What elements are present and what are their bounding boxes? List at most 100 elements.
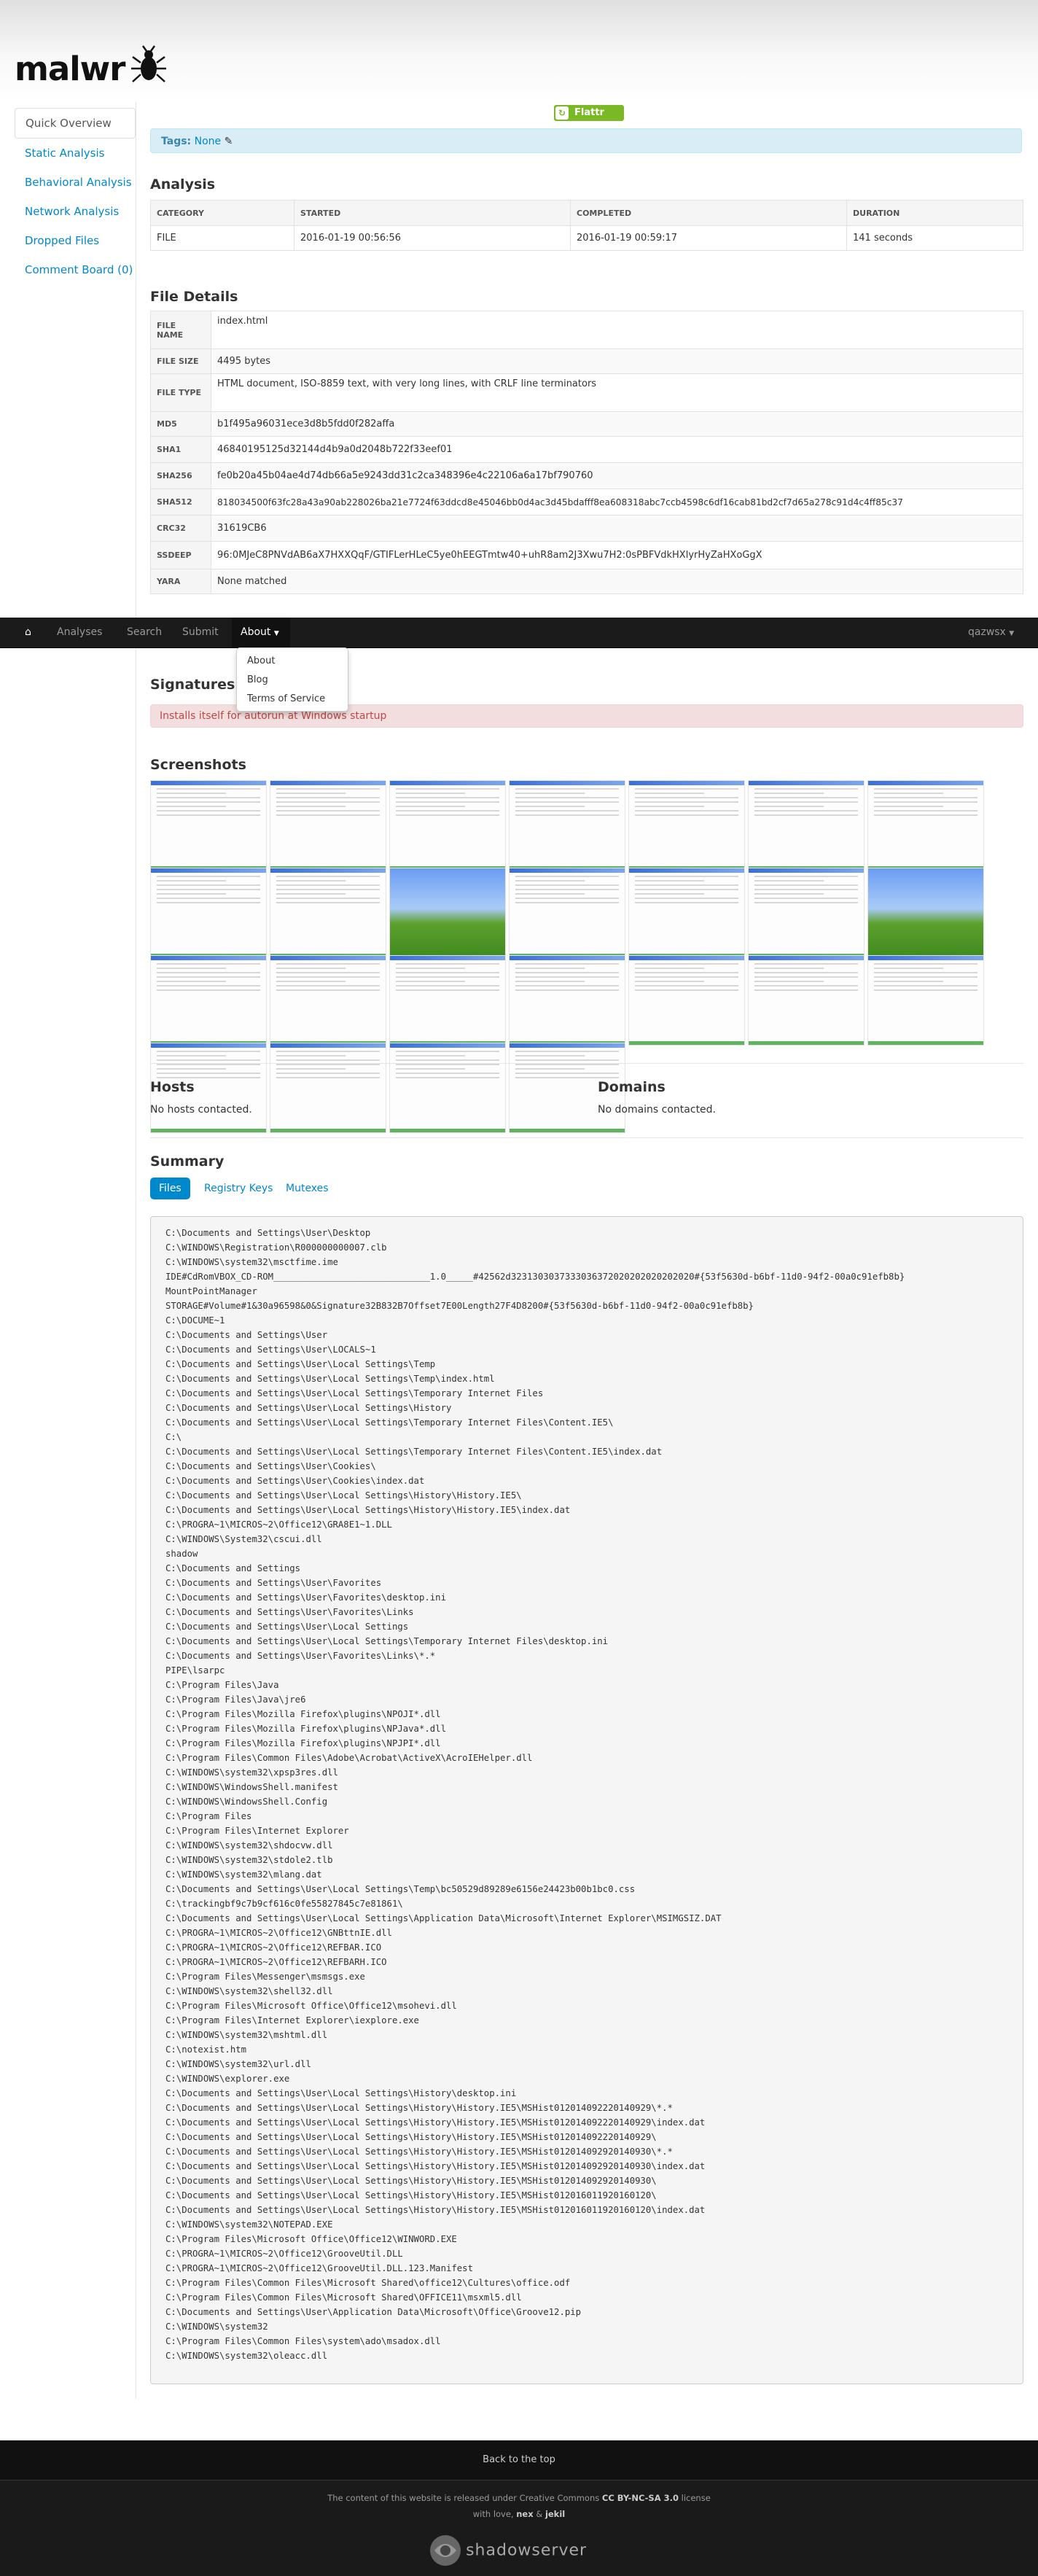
file-path: C:\WINDOWS\system32\mlang.dat: [165, 1869, 322, 1880]
file-path: C:\WINDOWS\WindowsShell.Config: [165, 1797, 328, 1807]
file-path: C:\Program Files\Internet Explorer\iexpl…: [165, 2015, 419, 2026]
file-path: C:\Documents and Settings\User\Local Set…: [165, 1490, 522, 1501]
user-name: qazwsx: [968, 626, 1006, 638]
screenshot-thumbnail[interactable]: [867, 955, 984, 1046]
menu-item-terms[interactable]: Terms of Service: [247, 693, 325, 704]
detail-key: YARA: [150, 569, 211, 594]
user-menu[interactable]: qazwsx ▼: [968, 618, 1014, 647]
tab-files[interactable]: Files: [150, 1178, 190, 1199]
screenshot-thumbnail[interactable]: [389, 1043, 506, 1133]
col-started: STARTED: [294, 200, 571, 226]
sidebar-item-quick-overview[interactable]: Quick Overview: [15, 108, 136, 139]
nav-analyses[interactable]: Analyses: [57, 618, 102, 647]
file-path: C:\PROGRA~1\MICROS~2\Office12\REFBAR.ICO: [165, 1942, 382, 1953]
shadowserver-logo[interactable]: shadowserver: [429, 2534, 587, 2569]
file-path: C:\WINDOWS\System32\cscui.dll: [165, 1534, 322, 1544]
nav-search[interactable]: Search: [127, 618, 162, 647]
file-path: C:\Documents and Settings\User\Favorites…: [165, 1592, 446, 1603]
menu-item-about[interactable]: About: [247, 655, 275, 666]
license-link[interactable]: CC BY-NC-SA 3.0: [602, 2493, 679, 2503]
summary-title: Summary: [150, 1153, 225, 1170]
file-path: C:\Documents and Settings\User\Local Set…: [165, 2147, 673, 2157]
file-path: C:\WINDOWS\system32\url.dll: [165, 2059, 311, 2069]
sidebar-item-network-analysis[interactable]: Network Analysis: [15, 197, 136, 226]
screenshot-thumbnail[interactable]: [509, 780, 625, 871]
screenshot-thumbnail[interactable]: [628, 955, 745, 1046]
file-path: C:\Program Files\Java: [165, 1680, 279, 1690]
back-to-top-link[interactable]: Back to the top: [0, 2440, 1038, 2480]
shadowserver-text: shadowserver: [466, 2541, 588, 2560]
file-path: C:\PROGRA~1\MICROS~2\Office12\GrooveUtil…: [165, 2263, 473, 2273]
screenshot-thumbnail[interactable]: [389, 780, 506, 871]
menu-item-blog[interactable]: Blog: [247, 674, 268, 685]
screenshot-thumbnail[interactable]: [628, 868, 745, 958]
tab-mutexes[interactable]: Mutexes: [277, 1178, 337, 1199]
home-icon[interactable]: ⌂: [25, 618, 31, 647]
file-path: C:\WINDOWS\system32\oleacc.dll: [165, 2351, 328, 2361]
sidebar-item-static-analysis[interactable]: Static Analysis: [15, 139, 136, 168]
screenshot-thumbnail[interactable]: [270, 1043, 386, 1133]
file-path: C:\Documents and Settings\User\Local Set…: [165, 1447, 663, 1457]
file-path: C:\WINDOWS\system32\mshtml.dll: [165, 2030, 328, 2040]
screenshot-thumbnail[interactable]: [748, 780, 865, 871]
screenshot-thumbnail[interactable]: [270, 955, 386, 1046]
file-path: C:\WINDOWS\system32\xpsp3res.dll: [165, 1767, 338, 1778]
sidebar-nav: Quick Overview Static Analysis Behaviora…: [15, 108, 136, 284]
file-path: C:\Documents and Settings\User\Cookies\: [165, 1461, 376, 1471]
hosts-text: No hosts contacted.: [150, 1104, 252, 1116]
screenshot-thumbnail[interactable]: [867, 868, 984, 958]
files-list: C:\Documents and Settings\User\Desktop C:…: [150, 1216, 1023, 2384]
sidebar-item-comment-board[interactable]: Comment Board (0): [15, 255, 136, 284]
screenshot-thumbnail[interactable]: [150, 955, 267, 1046]
screenshot-thumbnail[interactable]: [270, 868, 386, 958]
sidebar-item-behavioral-analysis[interactable]: Behavioral Analysis: [15, 168, 136, 197]
screenshot-thumbnail[interactable]: [270, 780, 386, 871]
file-path: C:\PROGRA~1\MICROS~2\Office12\REFBARH.IC…: [165, 1957, 387, 1967]
nav-submit[interactable]: Submit: [182, 618, 219, 647]
file-path: C:\Documents and Settings\User\Favorites: [165, 1578, 382, 1588]
file-path: C:\Documents and Settings\User\LOCALS~1: [165, 1345, 376, 1355]
divider: [150, 1137, 1023, 1138]
screenshot-thumbnail[interactable]: [628, 780, 745, 871]
file-path: C:\Program Files\Mozilla Firefox\plugins…: [165, 1724, 446, 1734]
file-path: C:\WINDOWS\system32\shell32.dll: [165, 1986, 333, 1996]
file-path: C:\Program Files: [165, 1811, 252, 1821]
tab-registry-keys[interactable]: Registry Keys: [195, 1178, 281, 1199]
file-path: C:\trackingbf9c7b9cf616c0fe55827845c7e81…: [165, 1899, 403, 1909]
screenshot-thumbnail[interactable]: [509, 868, 625, 958]
with-love-text: with love,: [472, 2509, 514, 2519]
pencil-icon[interactable]: ✎: [225, 136, 233, 147]
malwr-logo[interactable]: malwr: [15, 50, 125, 88]
file-path: C:\Program Files\Microsoft Office\Office…: [165, 2001, 457, 2011]
file-path: C:\WINDOWS\Registration\R000000000007.cl…: [165, 1242, 387, 1253]
screenshot-thumbnail[interactable]: [150, 780, 267, 871]
flattr-button[interactable]: ↻ Flattr: [554, 105, 624, 121]
file-path: C:\Documents and Settings\User\Applicati…: [165, 2307, 582, 2317]
author-jekil-link[interactable]: jekil: [545, 2509, 565, 2519]
file-path: C:\Documents and Settings\User\Cookies\i…: [165, 1476, 425, 1486]
file-path: C:\: [165, 1432, 182, 1442]
file-path: C:\WINDOWS\explorer.exe: [165, 2074, 290, 2084]
tags-value[interactable]: None: [195, 136, 222, 147]
file-path: C:\Documents and Settings\User\Favorites…: [165, 1651, 436, 1661]
file-path: C:\Program Files\Internet Explorer: [165, 1826, 349, 1836]
screenshot-thumbnail[interactable]: [748, 868, 865, 958]
screenshot-thumbnail[interactable]: [867, 780, 984, 871]
file-path: C:\Documents and Settings\User\Local Set…: [165, 1622, 409, 1632]
file-path: C:\Documents and Settings\User\Local Set…: [165, 2117, 706, 2128]
screenshot-thumbnail[interactable]: [389, 955, 506, 1046]
screenshot-thumbnail[interactable]: [150, 868, 267, 958]
sidebar-item-dropped-files[interactable]: Dropped Files: [15, 226, 136, 255]
screenshot-thumbnail[interactable]: [509, 955, 625, 1046]
detail-key: FILE TYPE: [150, 373, 211, 412]
screenshots-grid: [150, 780, 1023, 1133]
file-path: C:\Documents and Settings\User\Desktop: [165, 1228, 371, 1238]
file-path: C:\Program Files\Common Files\Adobe\Acro…: [165, 1753, 533, 1763]
author-nex-link[interactable]: nex: [516, 2509, 533, 2519]
screenshot-thumbnail[interactable]: [389, 868, 506, 958]
amp-text: &: [536, 2509, 543, 2519]
nav-about[interactable]: About ▼: [232, 618, 290, 647]
detail-key: SHA256: [150, 462, 211, 489]
file-path: C:\Documents and Settings\User\Local Set…: [165, 1636, 609, 1646]
screenshot-thumbnail[interactable]: [748, 955, 865, 1046]
